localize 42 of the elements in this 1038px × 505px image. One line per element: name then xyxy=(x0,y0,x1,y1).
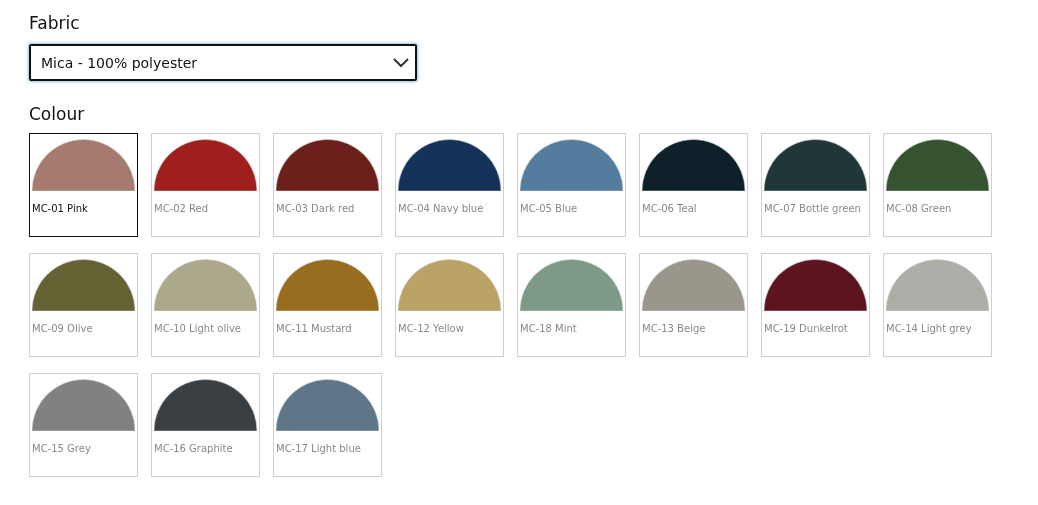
swatch-label: MC-02 Red xyxy=(154,203,210,214)
colour-swatch[interactable]: MC-12 Yellow xyxy=(395,253,504,357)
colour-swatch[interactable]: MC-07 Bottle green xyxy=(761,133,870,237)
colour-swatch[interactable]: MC-17 Light blue xyxy=(273,373,382,477)
colour-swatch[interactable]: MC-15 Grey xyxy=(29,373,138,477)
colour-swatch[interactable]: MC-02 Red xyxy=(151,133,260,237)
swatch-label: MC-10 Light olive xyxy=(154,323,242,334)
colour-swatch[interactable]: MC-16 Graphite xyxy=(151,373,260,477)
chevron-down-icon xyxy=(393,57,409,68)
colour-swatch[interactable]: MC-06 Teal xyxy=(639,133,748,237)
colour-swatch[interactable]: MC-13 Beige xyxy=(639,253,748,357)
swatch-label: MC-04 Navy blue xyxy=(398,203,485,214)
colour-swatch[interactable]: MC-09 Olive xyxy=(29,253,138,357)
swatch-label: MC-08 Green xyxy=(886,203,953,214)
colour-swatch[interactable]: MC-10 Light olive xyxy=(151,253,260,357)
colour-swatch[interactable]: MC-11 Mustard xyxy=(273,253,382,357)
swatch-label: MC-13 Beige xyxy=(642,323,707,334)
swatch-label: MC-03 Dark red xyxy=(276,203,356,214)
colour-swatch[interactable]: MC-19 Dunkelrot xyxy=(761,253,870,357)
swatch-label: MC-19 Dunkelrot xyxy=(764,323,849,334)
swatch-label: MC-15 Grey xyxy=(32,443,92,454)
swatch-label: MC-18 Mint xyxy=(520,323,578,334)
swatch-label: MC-12 Yellow xyxy=(398,323,465,334)
swatch-label: MC-14 Light grey xyxy=(886,323,973,334)
colour-heading: Colour xyxy=(29,103,86,125)
colour-swatch[interactable]: MC-01 Pink xyxy=(29,133,138,237)
colour-swatch[interactable]: MC-14 Light grey xyxy=(883,253,992,357)
fabric-heading: Fabric xyxy=(29,12,81,34)
swatch-label: MC-11 Mustard xyxy=(276,323,353,334)
colour-swatch[interactable]: MC-04 Navy blue xyxy=(395,133,504,237)
colour-swatch[interactable]: MC-18 Mint xyxy=(517,253,626,357)
swatch-label: MC-01 Pink xyxy=(32,203,89,214)
swatch-label: MC-09 Olive xyxy=(32,323,94,334)
swatch-label: MC-07 Bottle green xyxy=(764,203,862,214)
colour-swatch[interactable]: MC-03 Dark red xyxy=(273,133,382,237)
swatch-label: MC-16 Graphite xyxy=(154,443,234,454)
swatch-label: MC-05 Blue xyxy=(520,203,579,214)
fabric-select[interactable]: Mica - 100% polyester xyxy=(29,44,417,81)
swatch-label: MC-06 Teal xyxy=(642,203,698,214)
swatch-label: MC-17 Light blue xyxy=(276,443,362,454)
colour-swatch[interactable]: MC-05 Blue xyxy=(517,133,626,237)
colour-swatch[interactable]: MC-08 Green xyxy=(883,133,992,237)
